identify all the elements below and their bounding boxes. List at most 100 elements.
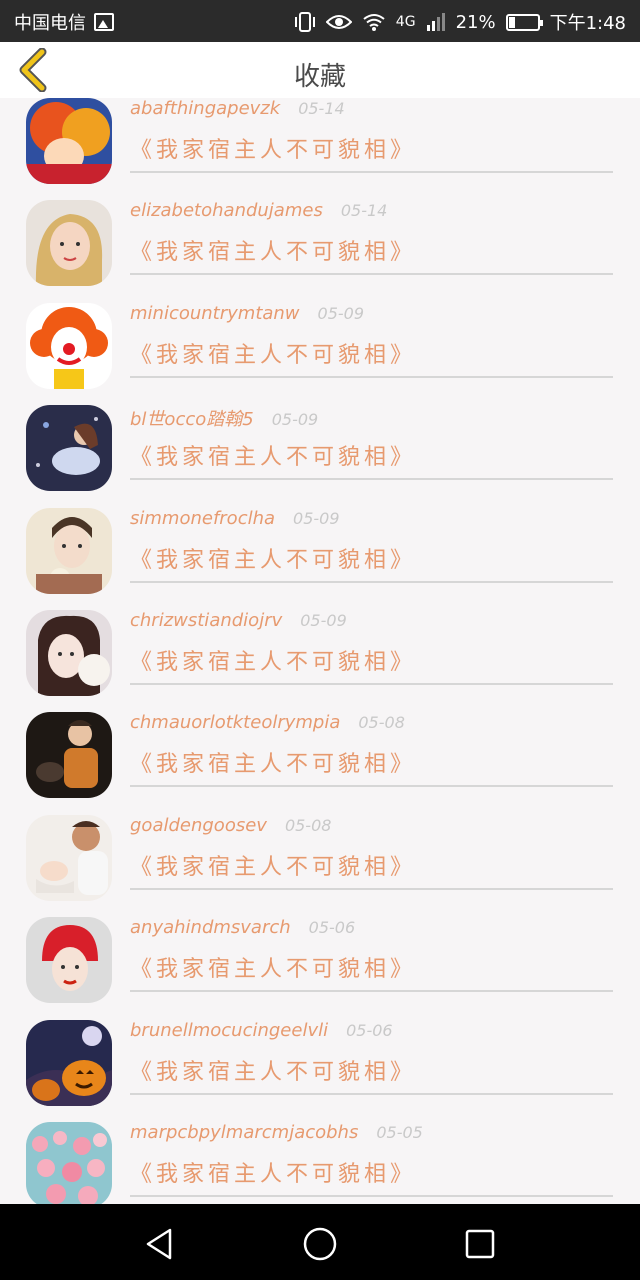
username[interactable]: minicountrymtanw (130, 303, 300, 324)
list-item[interactable]: chrizwstiandiojrv 05-09 《我家宿主人不可貌相》 (0, 596, 640, 698)
clock: 下午1:48 (549, 13, 626, 34)
list-item[interactable]: chmauorlotkteolrympia 05-08 《我家宿主人不可貌相》 (0, 698, 640, 800)
avatar[interactable] (26, 98, 112, 184)
row-divider (130, 990, 613, 993)
row-divider (130, 887, 613, 890)
battery-icon (505, 13, 543, 31)
name-line: anyahindmsvarch 05-06 (130, 917, 355, 938)
list-item[interactable]: abafthingapevzk 05-14 《我家宿主人不可貌相》 (0, 98, 640, 186)
favorite-date: 05-09 (300, 610, 347, 630)
nav-home-button[interactable] (300, 1224, 340, 1264)
book-title-link[interactable]: 《我家宿主人不可貌相》 (130, 439, 416, 471)
list-item[interactable]: goaldengoosev 05-08 《我家宿主人不可貌相》 (0, 801, 640, 903)
wifi-icon (363, 14, 385, 31)
row-divider (130, 1194, 613, 1197)
favorites-list[interactable]: abafthingapevzk 05-14 《我家宿主人不可貌相》 elizabeto… (0, 98, 640, 1204)
username[interactable]: chmauorlotkteolrympia (130, 712, 340, 733)
list-item[interactable]: brunellmocucingeelvli 05-06 《我家宿主人不可貌相》 (0, 1006, 640, 1108)
network-label: 4G (395, 14, 416, 30)
name-line: bl世occo踏翰5 05-09 (130, 405, 318, 431)
username[interactable]: chrizwstiandiojrv (130, 610, 282, 631)
avatar-image (26, 814, 112, 901)
name-line: minicountrymtanw 05-09 (130, 303, 364, 324)
avatar[interactable] (26, 507, 112, 594)
home-circle-icon (303, 1227, 337, 1261)
nav-recents-button[interactable] (460, 1224, 500, 1264)
row-divider (130, 580, 613, 583)
avatar[interactable] (26, 200, 112, 287)
name-line: marpcbpylmarcmjacobhs 05-05 (130, 1122, 423, 1143)
list-item[interactable]: marpcbpylmarcmjacobhs 05-05 《我家宿主人不可貌相》 (0, 1108, 640, 1204)
book-title-link[interactable]: 《我家宿主人不可貌相》 (130, 644, 416, 676)
avatar[interactable] (26, 302, 112, 389)
vibrate-icon (294, 12, 315, 32)
system-nav-bar (0, 1204, 640, 1280)
avatar[interactable] (26, 1019, 112, 1106)
back-triangle-icon (146, 1228, 172, 1260)
name-line: chmauorlotkteolrympia 05-08 (130, 712, 405, 733)
book-title-link[interactable]: 《我家宿主人不可貌相》 (130, 1054, 416, 1086)
name-line: elizabetohandujames 05-14 (130, 200, 387, 221)
battery-percent: 21% (455, 11, 496, 33)
list-item[interactable]: bl世occo踏翰5 05-09 《我家宿主人不可貌相》 (0, 391, 640, 493)
row-divider (130, 375, 613, 378)
carrier-label: 中国电信 (14, 13, 86, 34)
avatar[interactable] (26, 712, 112, 799)
book-title-link[interactable]: 《我家宿主人不可貌相》 (130, 849, 416, 881)
book-title-link[interactable]: 《我家宿主人不可貌相》 (130, 1156, 416, 1188)
avatar-image (26, 507, 112, 594)
book-title-link[interactable]: 《我家宿主人不可貌相》 (130, 542, 416, 574)
favorite-date: 05-06 (346, 1020, 393, 1040)
username[interactable]: elizabetohandujames (130, 200, 323, 221)
username[interactable]: abafthingapevzk (130, 98, 280, 119)
avatar[interactable] (26, 1121, 112, 1204)
avatar[interactable] (26, 814, 112, 901)
status-bar: 中国电信 4G 21% 下午1:48 (0, 0, 640, 42)
list-item[interactable]: simmonefroclha 05-09 《我家宿主人不可貌相》 (0, 494, 640, 596)
book-title-link[interactable]: 《我家宿主人不可貌相》 (130, 337, 416, 369)
row-divider (130, 478, 613, 481)
book-title-link[interactable]: 《我家宿主人不可貌相》 (130, 234, 416, 266)
username[interactable]: anyahindmsvarch (130, 917, 291, 938)
list-item[interactable]: minicountrymtanw 05-09 《我家宿主人不可貌相》 (0, 289, 640, 391)
name-line: abafthingapevzk 05-14 (130, 98, 345, 119)
avatar[interactable] (26, 405, 112, 492)
battery-fill (508, 16, 515, 28)
row-divider (130, 1092, 613, 1095)
app-bar: 收藏 (0, 42, 640, 98)
book-title-link[interactable]: 《我家宿主人不可貌相》 (130, 951, 416, 983)
avatar-image (26, 1019, 112, 1106)
favorite-date: 05-09 (317, 303, 365, 323)
avatar-image (26, 302, 112, 389)
favorite-date: 05-08 (284, 815, 332, 835)
username[interactable]: bl世occo踏翰5 (130, 405, 254, 431)
status-bar-right: 4G 21% 下午1:48 (294, 9, 626, 35)
book-title-link[interactable]: 《我家宿主人不可貌相》 (130, 746, 416, 778)
avatar[interactable] (26, 917, 112, 1004)
username[interactable]: marpcbpylmarcmjacobhs (130, 1122, 358, 1143)
avatar[interactable] (26, 609, 112, 696)
avatar-image (26, 405, 112, 492)
list-item[interactable]: anyahindmsvarch 05-06 《我家宿主人不可貌相》 (0, 903, 640, 1005)
favorite-date: 05-09 (271, 410, 319, 430)
favorite-date: 05-05 (376, 1122, 423, 1142)
list-item[interactable]: elizabetohandujames 05-14 《我家宿主人不可貌相》 (0, 186, 640, 288)
book-title-link[interactable]: 《我家宿主人不可貌相》 (130, 132, 416, 164)
avatar-image (26, 712, 112, 799)
recents-square-icon (465, 1229, 495, 1259)
favorite-date: 05-08 (358, 713, 405, 733)
favorite-date: 05-14 (298, 99, 345, 118)
image-icon (94, 13, 114, 31)
row-divider (130, 785, 613, 788)
eye-icon (325, 15, 352, 29)
row-divider (130, 682, 613, 685)
favorites-list-inner: abafthingapevzk 05-14 《我家宿主人不可貌相》 elizabeto… (0, 98, 640, 1204)
avatar-image (26, 609, 112, 696)
favorite-date: 05-09 (293, 508, 340, 528)
favorite-date: 05-14 (340, 201, 388, 221)
nav-back-button[interactable] (140, 1224, 180, 1264)
username[interactable]: goaldengoosev (130, 815, 267, 836)
username[interactable]: brunellmocucingeelvli (130, 1020, 328, 1041)
username[interactable]: simmonefroclha (130, 508, 275, 529)
page-title: 收藏 (293, 62, 346, 92)
